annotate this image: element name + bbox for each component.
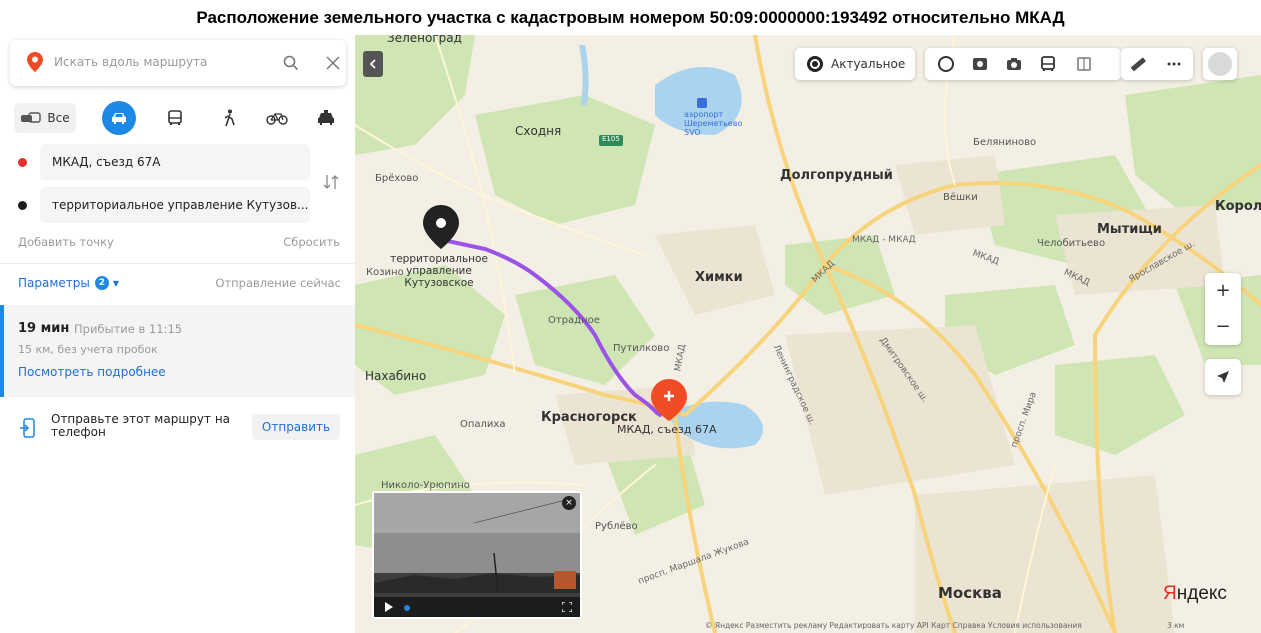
actual-icon (807, 56, 823, 72)
panorama-icon[interactable] (971, 55, 989, 73)
route-arrival: Прибытие в 11:15 (74, 322, 183, 336)
route-selected-indicator (0, 305, 4, 397)
bookmark-layer-icon[interactable] (1075, 55, 1093, 73)
navigation-arrow-icon (1217, 371, 1229, 383)
fullscreen-icon[interactable] (562, 602, 572, 612)
mode-walk-button[interactable] (215, 101, 245, 135)
city-label: Королё (1215, 199, 1261, 214)
params-label: Параметры (18, 276, 90, 290)
mode-all-label: Все (47, 111, 70, 125)
airport-label: аэропорт Шереметьево SVO (684, 110, 743, 137)
point-a-field[interactable]: МКАД, съезд 67А (40, 144, 310, 180)
taxi-icon (318, 110, 334, 125)
route-distance: 15 км, без учета пробок (18, 343, 158, 356)
transport-modes: Все (14, 101, 344, 135)
point-a-marker (18, 158, 27, 167)
route-duration: 19 мин (18, 321, 70, 336)
zoom-in-button[interactable]: + (1205, 273, 1241, 309)
map-view[interactable]: Зеленоград Сходня Долгопрудный Химки Мыт… (355, 35, 1261, 633)
road-label: МКАД - МКАД (852, 235, 916, 245)
send-button[interactable]: Отправить (252, 414, 340, 440)
bicycle-icon (266, 113, 288, 125)
all-transport-icon (21, 112, 42, 123)
phone-send-icon (20, 418, 35, 438)
progress-handle[interactable] (404, 605, 410, 611)
origin-label: МКАД, съезд 67А (617, 423, 717, 436)
mode-all-button[interactable]: Все (14, 103, 76, 133)
camera-icon[interactable] (1005, 55, 1023, 73)
panorama-preview[interactable]: × (372, 491, 582, 619)
place-label: Путилково (613, 343, 670, 354)
place-label: Вёшки (943, 192, 978, 203)
place-label: Беляниново (973, 137, 1037, 148)
departure-time[interactable]: Отправление сейчас (215, 276, 341, 290)
place-label: Отрадное (548, 315, 600, 326)
mode-taxi-button[interactable] (311, 101, 341, 135)
zoom-out-button[interactable]: − (1205, 309, 1241, 345)
send-to-phone-text: Отправьте этот маршрут на телефон (51, 412, 231, 439)
place-label: Челобитьево (1037, 238, 1106, 249)
place-label: Рублёво (595, 521, 638, 532)
city-label: Химки (695, 270, 743, 285)
user-avatar-button[interactable] (1203, 48, 1237, 80)
yandex-logo: Яндекс (1163, 583, 1227, 604)
tools-toolbar (1121, 48, 1193, 80)
city-label: Мытищи (1097, 222, 1162, 237)
highway-shield-label: E105 (602, 135, 620, 143)
transit-layer-icon[interactable] (1039, 55, 1057, 73)
zoom-control: + − (1205, 273, 1241, 345)
chevron-left-icon (369, 59, 376, 69)
map-copyright[interactable]: © Яндекс Разместить рекламу Редактироват… (705, 621, 1082, 630)
player-controls (374, 597, 580, 617)
route-card[interactable]: 19 мин Прибытие в 11:15 15 км, без учета… (0, 305, 355, 397)
location-pin-icon (27, 52, 43, 72)
place-label: Опалиха (460, 419, 506, 430)
chevron-down-icon: ▼ (112, 278, 120, 288)
params-count-badge: 2 (94, 276, 109, 290)
play-icon[interactable] (384, 602, 394, 612)
geolocation-button[interactable] (1205, 359, 1241, 395)
mode-bike-button[interactable] (262, 101, 292, 135)
add-point-link[interactable]: Добавить точку (18, 235, 114, 249)
close-icon[interactable] (324, 54, 342, 72)
actual-label: Актуальное (831, 57, 906, 71)
actual-button[interactable]: Актуальное (795, 48, 915, 80)
page-title: Расположение земельного участка с кадаст… (196, 8, 1065, 27)
avatar (1208, 52, 1232, 76)
point-b-field[interactable]: территориальное управление Кутузов... (40, 187, 310, 223)
route-details-link[interactable]: Посмотреть подробнее (18, 365, 166, 379)
collapse-panel-button[interactable] (363, 51, 383, 77)
ruler-icon[interactable] (1129, 55, 1147, 73)
reset-link[interactable]: Сбросить (283, 235, 340, 249)
city-label: Долгопрудный (780, 168, 893, 183)
route-panel: Искать вдоль маршрута Все МКАД, съезд 67… (0, 35, 355, 633)
params-dropdown[interactable]: Параметры 2 ▼ (18, 276, 119, 290)
car-icon (112, 113, 126, 124)
city-label: Сходня (515, 124, 562, 138)
point-b-marker (18, 201, 27, 210)
layers-toolbar (925, 48, 1121, 80)
place-label: Николо-Урюпино (381, 480, 470, 491)
city-label: Зеленоград (387, 35, 462, 45)
destination-label: территориальное управление Кутузовское (390, 253, 488, 289)
search-icon[interactable] (282, 54, 300, 72)
route-search[interactable]: Искать вдоль маршрута (10, 40, 346, 86)
place-label: Брёхово (375, 173, 419, 184)
more-icon[interactable] (1165, 55, 1183, 73)
search-input[interactable]: Искать вдоль маршрута (54, 55, 207, 69)
city-label: Нахабино (365, 369, 427, 383)
mode-car-button[interactable] (102, 101, 136, 135)
mode-transit-button[interactable] (160, 101, 190, 135)
city-label: Москва (938, 584, 1002, 602)
map-scale: 3 км (1167, 621, 1185, 630)
divider (0, 263, 355, 264)
layers-icon[interactable] (937, 55, 955, 73)
close-icon[interactable]: × (562, 496, 576, 510)
airport-icon (697, 98, 707, 108)
pedestrian-icon (224, 109, 235, 127)
bus-icon (168, 110, 182, 125)
swap-points-icon[interactable] (322, 172, 340, 192)
